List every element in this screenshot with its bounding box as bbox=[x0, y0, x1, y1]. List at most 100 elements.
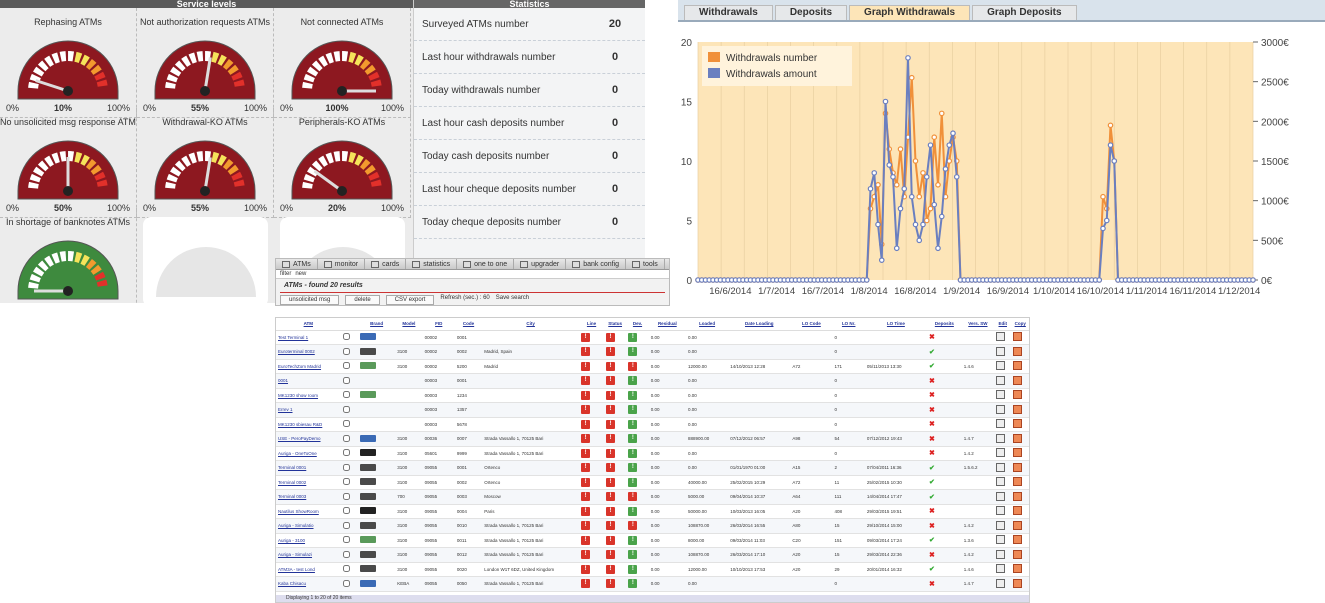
status-icon[interactable]: ! bbox=[605, 434, 615, 444]
atm-name-link[interactable]: Auriga - 3100 bbox=[276, 533, 341, 548]
copy-icon[interactable] bbox=[1013, 419, 1023, 429]
module-tab[interactable]: upgrader bbox=[514, 259, 567, 269]
status-icon[interactable]: ! bbox=[628, 419, 638, 429]
atm-name-link[interactable]: Errev 1 bbox=[276, 402, 341, 418]
edit-icon[interactable] bbox=[996, 448, 1006, 458]
atm-name-link[interactable]: EuroTechZom Madrid bbox=[276, 359, 341, 374]
column-header[interactable]: Code bbox=[454, 318, 483, 331]
row-checkbox[interactable] bbox=[342, 420, 350, 428]
status-icon[interactable]: ! bbox=[581, 564, 591, 574]
status-icon[interactable]: ! bbox=[581, 332, 591, 342]
status-icon[interactable]: ! bbox=[628, 405, 638, 415]
status-icon[interactable]: ! bbox=[628, 564, 638, 574]
status-icon[interactable]: ! bbox=[605, 535, 615, 545]
row-checkbox[interactable] bbox=[342, 521, 350, 529]
row-checkbox[interactable] bbox=[342, 492, 350, 500]
column-header[interactable]: Copy bbox=[1011, 318, 1029, 331]
status-icon[interactable]: ! bbox=[628, 332, 638, 342]
edit-icon[interactable] bbox=[996, 390, 1006, 400]
status-icon[interactable]: ! bbox=[628, 579, 638, 589]
copy-icon[interactable] bbox=[1013, 433, 1023, 443]
status-icon[interactable]: ! bbox=[581, 521, 591, 531]
row-checkbox[interactable] bbox=[342, 333, 350, 341]
column-header[interactable] bbox=[340, 318, 358, 331]
status-icon[interactable]: ! bbox=[605, 376, 615, 386]
column-header[interactable]: LO Time bbox=[864, 318, 927, 331]
atm-name-link[interactable]: 0001 bbox=[276, 373, 341, 389]
status-icon[interactable]: ! bbox=[605, 564, 615, 574]
edit-icon[interactable] bbox=[996, 477, 1006, 487]
status-icon[interactable]: ! bbox=[581, 390, 591, 400]
action-button[interactable]: unsolicited msg bbox=[280, 295, 340, 305]
graph-tab[interactable]: Withdrawals bbox=[684, 5, 773, 20]
module-tab[interactable]: monitor bbox=[318, 259, 366, 269]
edit-icon[interactable] bbox=[996, 332, 1006, 342]
module-tab[interactable]: ATMs bbox=[276, 259, 318, 269]
status-icon[interactable]: ! bbox=[581, 347, 591, 357]
status-icon[interactable]: ! bbox=[581, 550, 591, 560]
subtab[interactable]: new bbox=[295, 270, 306, 278]
module-tab[interactable]: statistics bbox=[406, 259, 458, 269]
column-header[interactable]: Edit bbox=[994, 318, 1012, 331]
edit-icon[interactable] bbox=[996, 520, 1006, 530]
copy-icon[interactable] bbox=[1013, 578, 1023, 588]
atm-name-link[interactable]: USE - PeroPayDemo bbox=[276, 431, 341, 447]
status-icon[interactable]: ! bbox=[628, 492, 638, 502]
copy-icon[interactable] bbox=[1013, 564, 1023, 574]
column-header[interactable]: Loaded bbox=[685, 318, 729, 331]
column-header[interactable]: City bbox=[482, 318, 580, 331]
status-icon[interactable]: ! bbox=[628, 506, 638, 516]
edit-icon[interactable] bbox=[996, 433, 1006, 443]
column-header[interactable]: LO Code bbox=[790, 318, 833, 331]
edit-icon[interactable] bbox=[996, 346, 1006, 356]
row-checkbox[interactable] bbox=[342, 507, 350, 515]
copy-icon[interactable] bbox=[1013, 491, 1023, 501]
module-tab[interactable]: one to one bbox=[457, 259, 515, 269]
edit-icon[interactable] bbox=[996, 375, 1006, 385]
status-icon[interactable]: ! bbox=[581, 535, 591, 545]
status-icon[interactable]: ! bbox=[628, 376, 638, 386]
row-checkbox[interactable] bbox=[342, 463, 350, 471]
status-icon[interactable]: ! bbox=[605, 347, 615, 357]
column-header[interactable]: Brand bbox=[358, 318, 396, 331]
copy-icon[interactable] bbox=[1013, 520, 1023, 530]
status-icon[interactable]: ! bbox=[605, 492, 615, 502]
status-icon[interactable]: ! bbox=[581, 448, 591, 458]
row-checkbox[interactable] bbox=[342, 565, 350, 573]
column-header[interactable]: Status bbox=[603, 318, 627, 331]
row-checkbox[interactable] bbox=[342, 579, 350, 587]
copy-icon[interactable] bbox=[1013, 346, 1023, 356]
status-icon[interactable]: ! bbox=[581, 361, 591, 371]
status-icon[interactable]: ! bbox=[605, 477, 615, 487]
status-icon[interactable]: ! bbox=[605, 521, 615, 531]
atm-name-link[interactable]: Terminal 0001 bbox=[276, 460, 341, 476]
action-button[interactable]: CSV export bbox=[385, 295, 435, 305]
status-icon[interactable]: ! bbox=[628, 477, 638, 487]
edit-icon[interactable] bbox=[996, 462, 1006, 472]
atm-name-link[interactable]: MK1230 sbiesau R&D bbox=[276, 417, 341, 432]
atm-name-link[interactable]: Test Terminal 1 bbox=[276, 330, 341, 345]
module-tab[interactable]: cards bbox=[365, 259, 407, 269]
column-header[interactable]: Dev. bbox=[626, 318, 649, 331]
status-icon[interactable]: ! bbox=[605, 332, 615, 342]
status-icon[interactable]: ! bbox=[581, 419, 591, 429]
row-checkbox[interactable] bbox=[342, 376, 350, 384]
copy-icon[interactable] bbox=[1013, 404, 1023, 414]
edit-icon[interactable] bbox=[996, 361, 1006, 371]
row-checkbox[interactable] bbox=[342, 347, 350, 355]
edit-icon[interactable] bbox=[996, 404, 1006, 414]
column-header[interactable]: FID bbox=[422, 318, 455, 331]
column-header[interactable]: Line bbox=[579, 318, 604, 331]
status-icon[interactable]: ! bbox=[628, 347, 638, 357]
graph-tab[interactable]: Graph Deposits bbox=[972, 5, 1077, 20]
copy-icon[interactable] bbox=[1013, 535, 1023, 545]
row-checkbox[interactable] bbox=[342, 434, 350, 442]
edit-icon[interactable] bbox=[996, 549, 1006, 559]
atm-name-link[interactable]: Terminal 0003 bbox=[276, 489, 341, 505]
status-icon[interactable]: ! bbox=[628, 390, 638, 400]
action-button[interactable]: delete bbox=[345, 295, 380, 305]
status-icon[interactable]: ! bbox=[581, 434, 591, 444]
atm-name-link[interactable]: Kaba Chisacu bbox=[276, 576, 341, 592]
status-icon[interactable]: ! bbox=[628, 448, 638, 458]
atm-name-link[interactable]: Nautilus ShowRoom bbox=[276, 504, 341, 519]
